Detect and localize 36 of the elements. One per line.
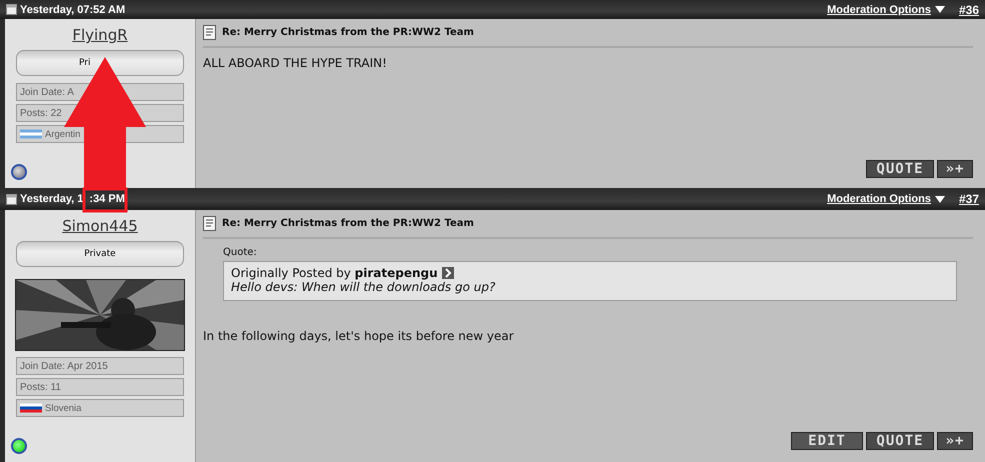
document-icon xyxy=(203,216,216,231)
dropdown-icon xyxy=(934,196,945,202)
join-date: Join Date: Apr 2015 xyxy=(16,357,184,375)
post-date: Yesterday, 07:52 AM xyxy=(20,4,126,16)
multiquote-button[interactable]: »+ xyxy=(937,160,973,178)
post-icon xyxy=(6,4,17,15)
flag-icon xyxy=(20,128,42,140)
flag-icon xyxy=(20,402,42,414)
quote-attribution: Originally Posted by piratepengu xyxy=(231,266,438,280)
document-icon xyxy=(203,25,216,40)
quote-text: Hello devs: When will the downloads go up? xyxy=(231,280,496,294)
multiquote-button[interactable]: »+ xyxy=(937,432,973,450)
username-link[interactable]: FlyingR xyxy=(72,26,128,44)
moderation-options-link[interactable]: Moderation Options xyxy=(827,193,945,205)
post-time: :34 PM xyxy=(89,193,125,205)
post-title: Re: Merry Christmas from the PR:WW2 Team xyxy=(222,27,474,38)
dropdown-icon xyxy=(934,6,945,13)
post-title: Re: Merry Christmas from the PR:WW2 Team xyxy=(222,218,474,229)
post-number-link[interactable]: #36 xyxy=(958,2,979,16)
post-date: Yesterday, 1 xyxy=(20,193,84,205)
user-rank: Pri xyxy=(16,50,184,76)
post-count: Posts: 11 xyxy=(16,378,184,396)
post-message: In the following days, let's hope its before new year xyxy=(203,329,515,343)
quote-label: Quote: xyxy=(223,247,258,258)
post-number-link[interactable]: #37 xyxy=(958,192,979,206)
view-post-icon[interactable] xyxy=(442,267,454,279)
quote-button[interactable]: QUOTE xyxy=(866,160,934,178)
quote-button[interactable]: QUOTE xyxy=(866,432,934,450)
moderation-options-link[interactable]: Moderation Options xyxy=(827,4,945,16)
username-link[interactable]: Simon445 xyxy=(62,217,138,235)
post-icon xyxy=(6,194,17,204)
user-rank: Private xyxy=(16,241,184,267)
edit-button[interactable]: EDIT xyxy=(791,432,863,450)
post-message: ALL ABOARD THE HYPE TRAIN! xyxy=(203,56,388,70)
user-country: Argentin xyxy=(45,128,80,140)
user-country: Slovenia xyxy=(45,402,82,414)
